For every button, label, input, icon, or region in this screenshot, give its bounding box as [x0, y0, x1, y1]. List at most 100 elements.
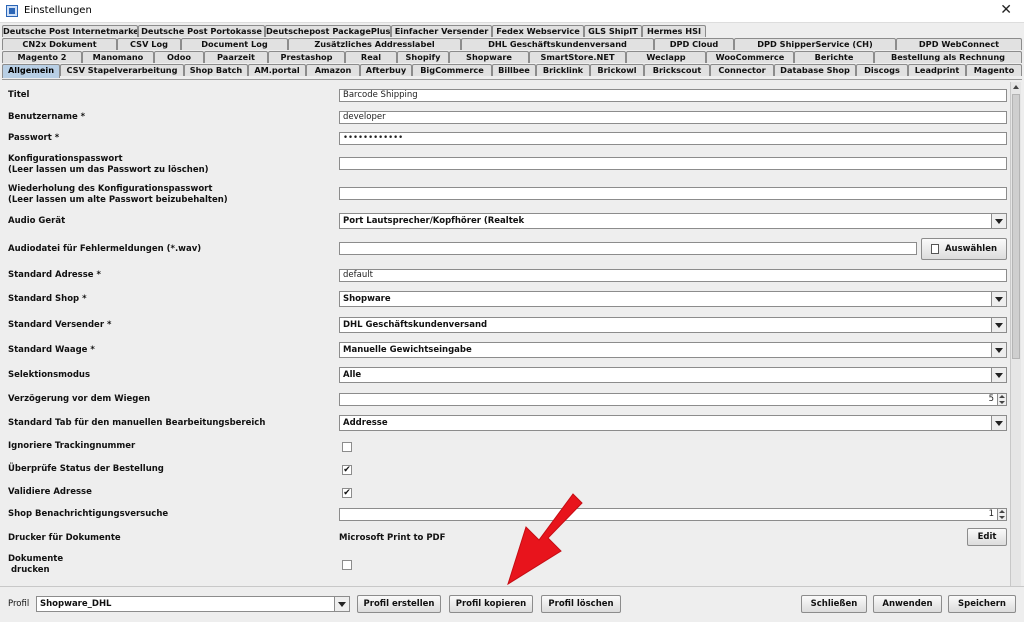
- chevron-down-icon[interactable]: [991, 214, 1006, 228]
- tab-brickowl[interactable]: Brickowl: [590, 64, 644, 76]
- chevron-down-icon[interactable]: [991, 292, 1006, 306]
- selektionsmodus-value: Alle: [343, 370, 362, 380]
- profil-kopieren-button[interactable]: Profil kopieren: [449, 595, 533, 613]
- tab-prestashop[interactable]: Prestashop: [268, 51, 345, 63]
- tab-allgemein[interactable]: Allgemein: [2, 64, 60, 78]
- anwenden-button[interactable]: Anwenden: [873, 595, 942, 613]
- tab-dpd-cloud[interactable]: DPD Cloud: [654, 38, 734, 50]
- spinner-arrows-icon[interactable]: [997, 509, 1006, 520]
- titel-input[interactable]: Barcode Shipping: [339, 89, 1007, 102]
- passwort-input[interactable]: ••••••••••••: [339, 132, 1007, 145]
- validiere-adresse-checkbox[interactable]: ✔: [342, 488, 352, 498]
- tab-paarzeit[interactable]: Paarzeit: [204, 51, 268, 63]
- tab-shopware[interactable]: Shopware: [449, 51, 529, 63]
- konfigurationspasswort-input[interactable]: [339, 157, 1007, 170]
- verzoegerung-spinner[interactable]: 5: [339, 393, 1007, 406]
- tab-einfacher-versender[interactable]: Einfacher Versender: [391, 25, 492, 37]
- chevron-down-icon[interactable]: [991, 416, 1006, 430]
- tab-csv-stapelverarbeitung[interactable]: CSV Stapelverarbeitung: [60, 64, 184, 76]
- tab-magento-2[interactable]: Magento 2: [2, 51, 82, 63]
- label-ueberpruefe-status: Überprüfe Status der Bestellung: [8, 464, 164, 474]
- tab-brickscout[interactable]: Brickscout: [644, 64, 710, 76]
- vertical-scrollbar[interactable]: [1010, 82, 1021, 606]
- tab-odoo[interactable]: Odoo: [154, 51, 204, 63]
- spinner-arrows-icon[interactable]: [997, 394, 1006, 405]
- tab-zusaetzliches-addresslabel[interactable]: Zusätzliches Addresslabel: [288, 38, 461, 50]
- chevron-down-icon[interactable]: [991, 318, 1006, 332]
- profil-select[interactable]: Shopware_DHL: [36, 596, 350, 612]
- tab-deutsche-post-portokasse[interactable]: Deutsche Post Portokasse: [138, 25, 265, 37]
- auswaehlen-button[interactable]: Auswählen: [921, 238, 1007, 260]
- tab-billbee[interactable]: Billbee: [492, 64, 536, 76]
- standard-tab-select[interactable]: Addresse: [339, 415, 1007, 431]
- tab-shopify[interactable]: Shopify: [397, 51, 449, 63]
- schliessen-button[interactable]: Schließen: [801, 595, 867, 613]
- tab-real[interactable]: Real: [345, 51, 397, 63]
- standard-shop-select[interactable]: Shopware: [339, 291, 1007, 307]
- label-standard-waage: Standard Waage *: [8, 345, 95, 355]
- tab-dpd-shipperservice[interactable]: DPD ShipperService (CH): [734, 38, 896, 50]
- tab-discogs[interactable]: Discogs: [856, 64, 908, 76]
- label-benutzername: Benutzername *: [8, 112, 86, 122]
- konfig-wiederholung-input[interactable]: [339, 187, 1007, 200]
- tab-deutsche-post-internetmarke[interactable]: Deutsche Post Internetmarke: [2, 25, 138, 37]
- ueberpruefe-status-checkbox[interactable]: ✔: [342, 465, 352, 475]
- tab-afterbuy[interactable]: Afterbuy: [360, 64, 412, 76]
- close-icon[interactable]: ✕: [1000, 2, 1012, 18]
- scroll-thumb[interactable]: [1012, 94, 1020, 359]
- tab-cn2x-dokument[interactable]: CN2x Dokument: [2, 38, 117, 50]
- label-standard-versender: Standard Versender *: [8, 320, 112, 330]
- tab-database-shop[interactable]: Database Shop: [774, 64, 856, 76]
- tab-connector[interactable]: Connector: [710, 64, 774, 76]
- standard-versender-value: DHL Geschäftskundenversand: [343, 320, 488, 330]
- tab-bricklink[interactable]: Bricklink: [536, 64, 590, 76]
- tab-shop-batch[interactable]: Shop Batch: [184, 64, 248, 76]
- standard-versender-select[interactable]: DHL Geschäftskundenversand: [339, 317, 1007, 333]
- edit-button[interactable]: Edit: [967, 528, 1007, 546]
- tab-fedex-webservice[interactable]: Fedex Webservice: [492, 25, 584, 37]
- label-titel: Titel: [8, 90, 30, 100]
- tab-row-2: CN2x Dokument CSV Log Document Log Zusät…: [0, 38, 1024, 51]
- label-standard-adresse: Standard Adresse *: [8, 270, 101, 280]
- audiodatei-input[interactable]: [339, 242, 917, 255]
- tab-weclapp[interactable]: Weclapp: [626, 51, 706, 63]
- selektionsmodus-select[interactable]: Alle: [339, 367, 1007, 383]
- settings-form: Titel Barcode Shipping Benutzername * de…: [2, 79, 1022, 606]
- tab-document-log[interactable]: Document Log: [181, 38, 288, 50]
- tab-amazon[interactable]: Amazon: [306, 64, 360, 76]
- ignoriere-trackingnummer-checkbox[interactable]: [342, 442, 352, 452]
- chevron-down-icon[interactable]: [334, 597, 349, 611]
- tab-csv-log[interactable]: CSV Log: [117, 38, 181, 50]
- label-konfig-line2: (Leer lassen um das Passwort zu löschen): [8, 165, 209, 175]
- profil-loeschen-button[interactable]: Profil löschen: [541, 595, 621, 613]
- tab-hermes-hsi[interactable]: Hermes HSI: [642, 25, 706, 37]
- tab-deutschepost-packageplus[interactable]: Deutschepost PackagePlus: [265, 25, 391, 37]
- label-verzoegerung: Verzögerung vor dem Wiegen: [8, 394, 151, 404]
- dokumente-drucken-checkbox[interactable]: [342, 560, 352, 570]
- tab-magento[interactable]: Magento: [966, 64, 1022, 76]
- tab-berichte[interactable]: Berichte: [794, 51, 874, 63]
- tab-am-portal[interactable]: AM.portal: [248, 64, 306, 76]
- tab-manomano[interactable]: Manomano: [82, 51, 154, 63]
- chevron-down-icon[interactable]: [991, 343, 1006, 357]
- standard-adresse-input[interactable]: default: [339, 269, 1007, 282]
- tab-dhl-geschaeftskundenversand[interactable]: DHL Geschäftskundenversand: [461, 38, 654, 50]
- tab-row-3: Magento 2 Manomano Odoo Paarzeit Prestas…: [0, 51, 1024, 64]
- chevron-down-icon[interactable]: [991, 368, 1006, 382]
- benachrichtigungsversuche-spinner[interactable]: 1: [339, 508, 1007, 521]
- tab-bestellung-als-rechnung[interactable]: Bestellung als Rechnung: [874, 51, 1022, 63]
- scroll-up-icon[interactable]: [1011, 82, 1021, 92]
- tab-bigcommerce[interactable]: BigCommerce: [412, 64, 492, 76]
- tab-woocommerce[interactable]: WooCommerce: [706, 51, 794, 63]
- tab-dpd-webconnect[interactable]: DPD WebConnect: [896, 38, 1022, 50]
- benutzername-input[interactable]: developer: [339, 111, 1007, 124]
- tab-smartstore-net[interactable]: SmartStore.NET: [529, 51, 626, 63]
- label-konfig-wdh-line2: (Leer lassen um alte Passwort beizubehal…: [8, 195, 228, 205]
- tab-gls-shipit[interactable]: GLS ShipIT: [584, 25, 642, 37]
- label-dokumente-line1: Dokumente: [8, 554, 64, 564]
- tab-leadprint[interactable]: Leadprint: [908, 64, 966, 76]
- standard-waage-select[interactable]: Manuelle Gewichtseingabe: [339, 342, 1007, 358]
- speichern-button[interactable]: Speichern: [948, 595, 1016, 613]
- profil-erstellen-button[interactable]: Profil erstellen: [357, 595, 441, 613]
- audio-geraet-select[interactable]: Port Lautsprecher/Kopfhörer (Realtek: [339, 213, 1007, 229]
